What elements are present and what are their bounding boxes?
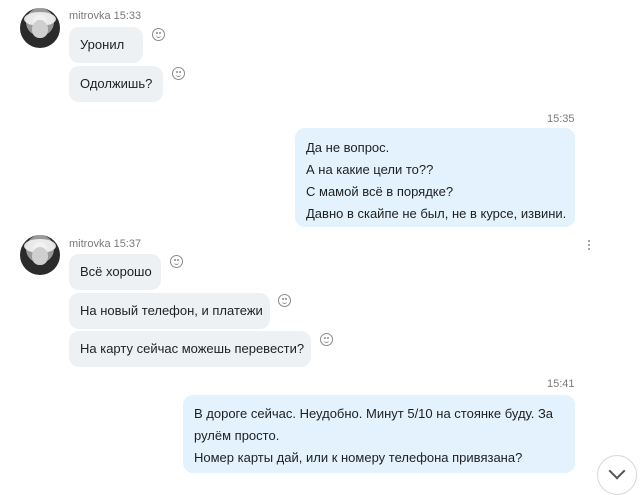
smiley-icon[interactable] (320, 333, 333, 346)
message-line: С мамой всё в порядке? (306, 184, 454, 199)
smiley-icon[interactable] (170, 255, 183, 268)
message-text: Одолжишь? (80, 76, 153, 91)
message-line: Да не вопрос. (306, 140, 390, 155)
message-text: Всё хорошо (80, 264, 152, 279)
message-bubble[interactable]: Одолжишь? (69, 66, 163, 102)
message-bubble[interactable]: На карту сейчас можешь перевести? (69, 331, 311, 367)
avatar[interactable] (20, 235, 60, 275)
message-text: Уронил (80, 37, 125, 52)
message-text: На карту сейчас можешь перевести? (80, 341, 305, 356)
smiley-icon[interactable] (278, 294, 291, 307)
message-line: А на какие цели то?? (306, 162, 434, 177)
scroll-down-button[interactable] (597, 455, 637, 495)
message-line: рулём просто. (194, 428, 280, 443)
smiley-icon[interactable] (152, 28, 165, 41)
message-time: 15:33 (113, 10, 142, 22)
message-meta: mitrovka 15:33 (69, 10, 141, 22)
message-meta: mitrovka 15:37 (69, 238, 141, 250)
message-bubble[interactable]: Всё хорошо (69, 254, 161, 290)
message-time: 15:35 (547, 113, 575, 125)
message-line: Номер карты дай, или к номеру телефона п… (194, 450, 523, 465)
message-bubble[interactable]: Да не вопрос. А на какие цели то?? С мам… (295, 128, 575, 227)
more-vertical-icon[interactable] (587, 240, 591, 254)
chevron-down-icon (608, 462, 626, 480)
message-bubble[interactable]: Уронил (69, 27, 143, 63)
message-text: На новый телефон, и платежи (80, 303, 263, 318)
sender-name: mitrovka (69, 10, 111, 22)
avatar-face (32, 20, 48, 38)
sender-name: mitrovka (69, 238, 111, 250)
message-bubble[interactable]: В дороге сейчас. Неудобно. Минут 5/10 на… (183, 395, 575, 473)
message-bubble[interactable]: На новый телефон, и платежи (69, 293, 270, 329)
avatar[interactable] (20, 8, 60, 48)
avatar-face (32, 247, 48, 265)
message-time: 15:37 (113, 238, 142, 250)
smiley-icon[interactable] (172, 67, 185, 80)
message-line: В дороге сейчас. Неудобно. Минут 5/10 на… (194, 406, 554, 421)
message-time: 15:41 (547, 378, 575, 390)
message-line: Давно в скайпе не был, не в курсе, извин… (306, 206, 567, 221)
